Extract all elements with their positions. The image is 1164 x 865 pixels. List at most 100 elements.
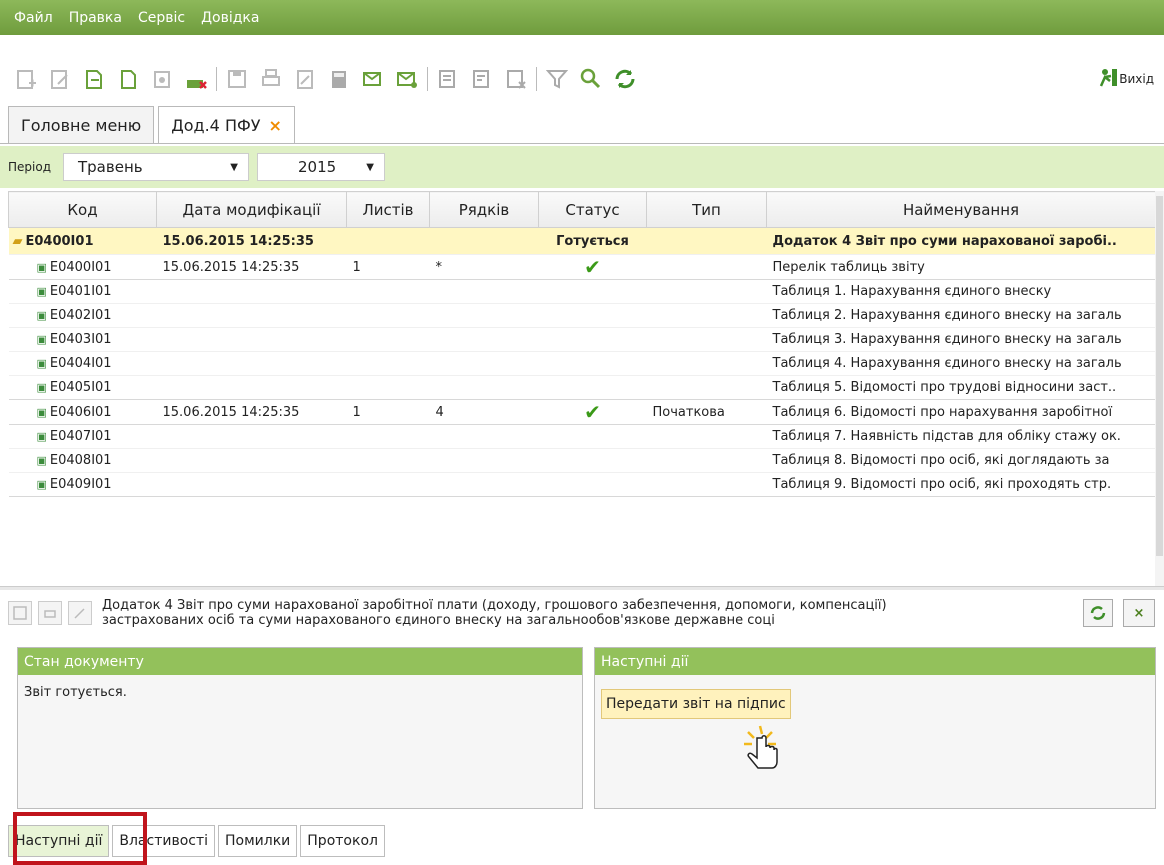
row-date: [156, 303, 347, 328]
row-name: Таблиця 6. Відомості про нарахування зар…: [766, 399, 1156, 425]
send-mail-icon[interactable]: [359, 65, 387, 93]
row-date: 15.06.2015 14:25:35: [156, 254, 347, 280]
refresh-icon[interactable]: [611, 65, 639, 93]
row-code: E0409I01: [49, 477, 112, 492]
sign-icon[interactable]: [291, 65, 319, 93]
receive-mail-icon[interactable]: [393, 65, 421, 93]
tab-protocol[interactable]: Протокол: [300, 825, 385, 857]
year-select[interactable]: 2015 ▼: [257, 153, 385, 181]
tab-label: Протокол: [307, 833, 378, 849]
row-date: [156, 327, 347, 352]
checkmark-icon: ✔: [584, 255, 601, 279]
row-sheets: [346, 448, 430, 473]
menu-edit[interactable]: Правка: [69, 10, 122, 26]
delete-row-icon[interactable]: [502, 65, 530, 93]
document-title-line: застрахованих осіб та суми нарахованого …: [102, 613, 775, 628]
table-node-icon: ▣: [36, 309, 47, 322]
document-tabs: Головне меню Дод.4 ПФУ ×: [8, 104, 299, 144]
row-rows: [429, 448, 539, 473]
table-node-icon: ▣: [36, 260, 47, 274]
column-header-code[interactable]: Код: [8, 191, 157, 228]
edit-row-icon[interactable]: [468, 65, 496, 93]
search-icon[interactable]: [577, 65, 605, 93]
row-type: [646, 472, 767, 497]
print-icon[interactable]: [257, 65, 285, 93]
table-row[interactable]: ▣ E0407I01 Таблиця 7. Наявність підстав дл…: [8, 424, 1156, 449]
row-code: E0404I01: [49, 356, 112, 371]
table-node-icon: ▣: [36, 285, 47, 298]
filter-icon[interactable]: [543, 65, 571, 93]
column-header-type[interactable]: Тип: [646, 191, 767, 228]
column-header-status[interactable]: Статус: [538, 191, 647, 228]
refresh-button[interactable]: [1083, 599, 1113, 627]
calculator-icon[interactable]: [325, 65, 353, 93]
tab-pfu-dod4[interactable]: Дод.4 ПФУ ×: [158, 106, 295, 144]
table-row[interactable]: ▣ E0402I01 Таблиця 2. Нарахування єдиного …: [8, 303, 1156, 328]
save-icon[interactable]: [223, 65, 251, 93]
toolbar-separator: [427, 67, 428, 91]
delete-doc-icon[interactable]: [182, 65, 210, 93]
new-doc-icon[interactable]: [12, 65, 40, 93]
table-row[interactable]: ▣ E0409I01 Таблиця 9. Відомості про осіб, …: [8, 472, 1156, 497]
save-icon[interactable]: [8, 601, 32, 625]
menu-help[interactable]: Довідка: [201, 10, 259, 26]
tab-main-menu[interactable]: Головне меню: [8, 106, 155, 144]
month-value: Травень: [78, 158, 143, 176]
row-status: [538, 279, 647, 304]
add-row-icon[interactable]: [434, 65, 462, 93]
menu-service[interactable]: Сервіс: [138, 10, 185, 26]
send-for-signature-button[interactable]: Передати звіт на підпис: [601, 689, 791, 719]
row-sheets: [346, 279, 430, 304]
splitter[interactable]: [0, 586, 1164, 590]
row-rows: 4: [429, 399, 539, 425]
column-header-date[interactable]: Дата модифікації: [156, 191, 347, 228]
table-group-row[interactable]: ▰ E0400I01 15.06.2015 14:25:35 Готується …: [8, 227, 1156, 255]
table-row[interactable]: ▣ E0400I01 15.06.2015 14:25:35 1 * ✔ Перелік т…: [8, 254, 1156, 280]
row-rows: [429, 375, 539, 400]
document-title: Додаток 4 Звіт про суми нарахованої заро…: [102, 598, 1022, 628]
close-icon[interactable]: ×: [269, 116, 282, 135]
row-status: ✔: [538, 399, 647, 425]
table-row[interactable]: ▣ E0405I01 Таблиця 5. Відомості про трудов…: [8, 375, 1156, 400]
checkmark-icon: ✔: [584, 400, 601, 424]
table-row[interactable]: ▣ E0408I01 Таблиця 8. Відомості про осіб, …: [8, 448, 1156, 473]
edit-icon[interactable]: [68, 601, 92, 625]
tab-errors[interactable]: Помилки: [218, 825, 298, 857]
column-header-sheets[interactable]: Листів: [346, 191, 430, 228]
tab-divider: [0, 143, 1164, 144]
document-state-panel: Стан документу Звіт готується.: [17, 647, 583, 809]
highlight-frame: [13, 812, 147, 865]
row-date: 15.06.2015 14:25:35: [156, 227, 347, 255]
table-row[interactable]: ▣ E0403I01 Таблиця 3. Нарахування єдиного …: [8, 327, 1156, 352]
column-header-name[interactable]: Найменування: [766, 191, 1156, 228]
month-select[interactable]: Травень ▼: [63, 153, 249, 181]
row-type: [646, 351, 767, 376]
scrollbar-thumb[interactable]: [1156, 196, 1163, 556]
row-rows: [429, 303, 539, 328]
menu-bar: Файл Правка Сервіс Довідка: [0, 0, 1164, 35]
menu-file[interactable]: Файл: [14, 10, 53, 26]
exit-button[interactable]: Вихід: [1097, 67, 1154, 90]
open-doc-icon[interactable]: [80, 65, 108, 93]
row-date: [156, 448, 347, 473]
row-rows: [429, 472, 539, 497]
row-rows: [429, 279, 539, 304]
hand-cursor-icon: [740, 724, 786, 780]
close-button[interactable]: ×: [1123, 599, 1155, 627]
import-doc-icon[interactable]: [148, 65, 176, 93]
table-node-icon: ▣: [36, 333, 47, 346]
row-status: [538, 472, 647, 497]
row-sheets: [346, 303, 430, 328]
table-row[interactable]: ▣ E0406I01 15.06.2015 14:25:35 1 4 ✔ Початкова…: [8, 399, 1156, 425]
state-text: Звіт готується.: [24, 685, 127, 700]
row-code: E0406I01: [49, 404, 112, 420]
column-header-rows[interactable]: Рядків: [429, 191, 539, 228]
table-row[interactable]: ▣ E0401I01 Таблиця 1. Нарахування єдиного …: [8, 279, 1156, 304]
row-type: [646, 375, 767, 400]
print-icon[interactable]: [38, 601, 62, 625]
copy-doc-icon[interactable]: [114, 65, 142, 93]
row-type: [646, 327, 767, 352]
row-rows: [429, 351, 539, 376]
edit-doc-icon[interactable]: [46, 65, 74, 93]
table-row[interactable]: ▣ E0404I01 Таблиця 4. Нарахування єдиного …: [8, 351, 1156, 376]
